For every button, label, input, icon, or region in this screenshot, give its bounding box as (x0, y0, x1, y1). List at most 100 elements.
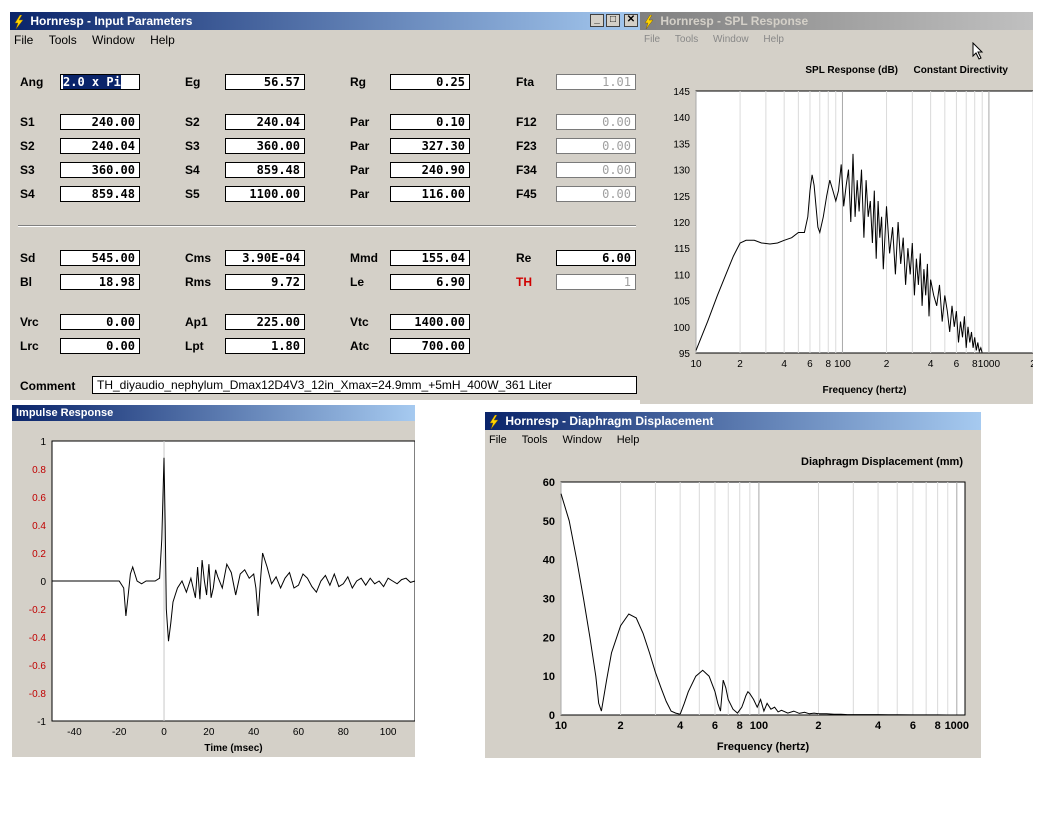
param-field-f45[interactable]: 0.00 (556, 186, 636, 202)
param-field-par[interactable]: 240.90 (390, 162, 470, 178)
lightning-icon (489, 414, 499, 429)
param-field-bl[interactable]: 18.98 (60, 274, 140, 290)
close-button[interactable]: ✕ (624, 14, 638, 27)
window-title: Hornresp - SPL Response (660, 14, 809, 28)
param-field-rms[interactable]: 9.72 (225, 274, 305, 290)
x-axis-label: Time (msec) (204, 743, 262, 754)
x-tick-label: 10 (690, 359, 702, 370)
x-tick-label: 4 (928, 359, 934, 370)
comment-field[interactable]: TH_diyaudio_nephylum_Dmax12D4V3_12in_Xma… (92, 376, 637, 394)
impulse-response-window: Impulse Response 1 0.8 0.6 0.4 0.2 0 -0.2 -0.4 -… (12, 405, 415, 757)
y-tick-label: 120 (673, 218, 690, 229)
displacement-titlebar[interactable]: Hornresp - Diaphragm Displacement (485, 412, 981, 430)
x-tick-label: 80 (338, 727, 350, 738)
param-value: 0.00 (106, 315, 135, 329)
menu-window[interactable]: Window (92, 30, 135, 50)
menu-tools[interactable]: Tools (49, 30, 77, 50)
menu-window[interactable]: Window (713, 30, 749, 50)
param-field-mmd[interactable]: 155.04 (390, 250, 470, 266)
param-label-lpt: Lpt (185, 339, 204, 353)
param-value: 225.00 (256, 315, 300, 329)
param-field-th[interactable]: 1 (556, 274, 636, 290)
y-tick-label: -0.2 (29, 605, 47, 616)
menu-tools[interactable]: Tools (522, 430, 548, 450)
param-value: 0.00 (602, 187, 631, 201)
maximize-button[interactable]: □ (606, 14, 620, 27)
y-tick-label: 60 (543, 477, 555, 489)
param-field-vrc[interactable]: 0.00 (60, 314, 140, 330)
y-tick-label: 40 (543, 555, 555, 567)
param-label-mmd: Mmd (350, 251, 378, 265)
param-field-lpt[interactable]: 1.80 (225, 338, 305, 354)
param-value: 56.57 (263, 75, 300, 89)
param-label-ap1: Ap1 (185, 315, 208, 329)
lightning-icon (14, 14, 24, 29)
param-value: 0.00 (602, 163, 631, 177)
y-tick-label: 50 (543, 516, 555, 528)
param-field-s3[interactable]: 360.00 (225, 138, 305, 154)
param-field-s2[interactable]: 240.04 (225, 114, 305, 130)
y-tick-label: 0.6 (32, 493, 46, 504)
param-field-par[interactable]: 327.30 (390, 138, 470, 154)
param-value: 0.10 (436, 115, 465, 129)
param-field-cms[interactable]: 3.90E-04 (225, 250, 305, 266)
menu-help[interactable]: Help (763, 30, 784, 50)
param-field-atc[interactable]: 700.00 (390, 338, 470, 354)
param-field-ang[interactable]: 2.0 x Pi (60, 74, 140, 90)
menu-file[interactable]: File (644, 30, 660, 50)
param-field-lrc[interactable]: 0.00 (60, 338, 140, 354)
param-field-s5[interactable]: 1100.00 (225, 186, 305, 202)
x-tick-label: 8 (737, 720, 743, 732)
param-field-re[interactable]: 6.00 (556, 250, 636, 266)
menu-window[interactable]: Window (563, 430, 602, 450)
param-field-s2[interactable]: 240.04 (60, 138, 140, 154)
param-field-vtc[interactable]: 1400.00 (390, 314, 470, 330)
minimize-button[interactable]: _ (590, 14, 604, 27)
param-label-par: Par (350, 187, 370, 201)
param-value: 116.00 (421, 187, 465, 201)
param-value: 1100.00 (249, 187, 300, 201)
param-field-rg[interactable]: 0.25 (390, 74, 470, 90)
param-label-rg: Rg (350, 75, 366, 89)
y-tick-label: 100 (673, 323, 690, 334)
param-value: 0.00 (106, 339, 135, 353)
param-label-s2: S2 (185, 115, 200, 129)
x-tick-label: 100 (750, 720, 768, 732)
param-field-eg[interactable]: 56.57 (225, 74, 305, 90)
x-tick-label: 60 (293, 727, 305, 738)
param-field-par[interactable]: 0.10 (390, 114, 470, 130)
param-field-s4[interactable]: 859.48 (225, 162, 305, 178)
menu-file[interactable]: File (14, 30, 33, 50)
param-field-s4[interactable]: 859.48 (60, 186, 140, 202)
param-value: 327.30 (421, 139, 465, 153)
param-field-s1[interactable]: 240.00 (60, 114, 140, 130)
x-tick-label: 4 (677, 720, 684, 732)
param-field-fta[interactable]: 1.01 (556, 74, 636, 90)
param-field-sd[interactable]: 545.00 (60, 250, 140, 266)
x-tick-label: 6 (954, 359, 960, 370)
param-field-s3[interactable]: 360.00 (60, 162, 140, 178)
menu-file[interactable]: File (489, 430, 507, 450)
menu-help[interactable]: Help (617, 430, 640, 450)
spl-titlebar[interactable]: Hornresp - SPL Response (640, 12, 1033, 30)
input-menubar: File Tools Window Help (10, 30, 646, 50)
param-value: 240.04 (256, 115, 300, 129)
param-field-par[interactable]: 116.00 (390, 186, 470, 202)
param-field-f23[interactable]: 0.00 (556, 138, 636, 154)
chart-subtitle: Constant Directivity (914, 65, 1009, 76)
input-parameters-titlebar[interactable]: Hornresp - Input Parameters _ □ ✕ (10, 12, 646, 30)
comment-label: Comment (20, 379, 76, 393)
param-value: 18.98 (98, 275, 135, 289)
param-field-le[interactable]: 6.90 (390, 274, 470, 290)
param-field-ap1[interactable]: 225.00 (225, 314, 305, 330)
param-field-f34[interactable]: 0.00 (556, 162, 636, 178)
param-field-f12[interactable]: 0.00 (556, 114, 636, 130)
impulse-titlebar[interactable]: Impulse Response (12, 405, 415, 421)
param-value: 6.00 (602, 251, 631, 265)
param-value: 240.00 (91, 115, 135, 129)
x-tick-label: 2 (618, 720, 624, 732)
param-value: 240.04 (91, 139, 135, 153)
menu-tools[interactable]: Tools (675, 30, 698, 50)
menu-help[interactable]: Help (150, 30, 175, 50)
param-label-vrc: Vrc (20, 315, 39, 329)
